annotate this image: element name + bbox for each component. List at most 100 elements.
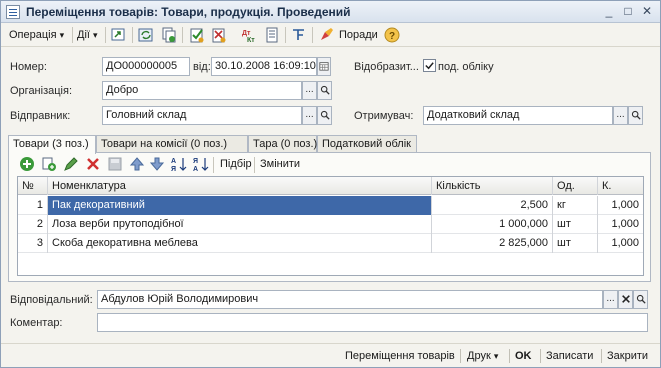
bottom-divider — [509, 349, 510, 363]
sort-descending-icon[interactable]: Я А — [193, 156, 209, 172]
structure-icon[interactable] — [291, 27, 307, 43]
change-button[interactable]: Змінити — [260, 155, 300, 173]
toolbar-divider — [213, 157, 214, 173]
close-button[interactable]: Закрити — [607, 347, 648, 365]
edit-row-icon[interactable] — [63, 156, 79, 172]
table-header: № Номенклатура Кількість Од. К. — [18, 177, 643, 195]
calendar-icon[interactable] — [317, 57, 331, 76]
sender-select-button[interactable]: ... — [302, 106, 317, 125]
toolbar-divider — [72, 27, 73, 43]
tab-goods[interactable]: Товари (3 поз.) — [8, 135, 96, 154]
responsible-clear-icon[interactable] — [618, 290, 633, 309]
row-unit[interactable]: шт — [553, 215, 598, 234]
maximize-button[interactable]: □ — [620, 4, 636, 19]
accounting-checkbox[interactable] — [423, 59, 436, 72]
row-coefficient[interactable]: 1,000 — [598, 215, 643, 234]
row-nomenclature[interactable]: Пак декоративний — [48, 196, 432, 215]
sender-search-icon[interactable] — [317, 106, 332, 125]
row-quantity[interactable]: 2 825,000 — [432, 234, 553, 253]
bottom-divider — [460, 349, 461, 363]
row-number: 3 — [18, 234, 48, 253]
row-unit[interactable]: шт — [553, 234, 598, 253]
transfer-goods-button[interactable]: Переміщення товарів — [345, 347, 455, 365]
table-row[interactable]: 1 Пак декоративний 2,500 кг 1,000 — [18, 196, 643, 215]
sender-label: Відправник: — [10, 110, 71, 122]
number-field[interactable]: ДО000000005 — [102, 57, 190, 76]
responsible-field[interactable]: Абдулов Юрій Володимирович — [97, 290, 603, 309]
delete-row-icon[interactable] — [85, 156, 101, 172]
save-button[interactable]: Записати — [546, 347, 593, 365]
table-row[interactable]: 3 Скоба декоративна меблева 2 825,000 шт… — [18, 234, 643, 253]
row-nomenclature[interactable]: Лоза верби прутоподібної — [48, 215, 432, 234]
row-nomenclature[interactable]: Скоба декоративна меблева — [48, 234, 432, 253]
help-icon[interactable]: ? — [384, 27, 400, 43]
organization-select-button[interactable]: ... — [302, 81, 317, 100]
selection-button[interactable]: Підбір — [220, 155, 252, 173]
sender-field[interactable]: Головний склад — [102, 106, 302, 125]
goods-table[interactable]: № Номенклатура Кількість Од. К. 1 Пак де… — [17, 176, 644, 276]
organization-field[interactable]: Добро — [102, 81, 302, 100]
main-toolbar: Операція ▾ Дії ▾ Дт Кт Поради ? — [1, 23, 660, 47]
column-header-coefficient[interactable]: К. — [598, 177, 643, 195]
row-coefficient[interactable]: 1,000 — [598, 234, 643, 253]
ok-button[interactable]: OK — [515, 347, 532, 365]
bottom-divider — [601, 349, 602, 363]
operation-menu-label: Операція — [9, 29, 57, 41]
receiver-search-icon[interactable] — [628, 106, 643, 125]
receiver-label: Отримувач: — [354, 110, 414, 122]
column-header-number[interactable]: № — [18, 177, 48, 195]
unpost-document-icon[interactable] — [211, 27, 227, 43]
comment-field[interactable] — [97, 313, 648, 332]
receiver-select-button[interactable]: ... — [613, 106, 628, 125]
column-header-quantity[interactable]: Кількість — [432, 177, 553, 195]
refresh-icon[interactable] — [138, 27, 154, 43]
toolbar-divider — [254, 157, 255, 173]
toolbar-divider — [105, 27, 106, 43]
tab-packaging[interactable]: Тара (0 поз.) — [248, 135, 317, 153]
svg-text:А: А — [193, 166, 198, 172]
date-field[interactable]: 30.10.2008 16:09:10 — [211, 57, 317, 76]
post-document-icon[interactable] — [189, 27, 205, 43]
date-label: від: — [193, 61, 211, 73]
debit-credit-icon[interactable]: Дт Кт — [241, 27, 257, 43]
chevron-down-icon: ▾ — [493, 351, 499, 361]
chevron-down-icon: ▾ — [59, 30, 65, 40]
column-header-unit[interactable]: Од. — [553, 177, 598, 195]
table-row[interactable]: 2 Лоза верби прутоподібної 1 000,000 шт … — [18, 215, 643, 234]
row-coefficient[interactable]: 1,000 — [598, 196, 643, 215]
copy-row-icon[interactable] — [41, 156, 57, 172]
sort-ascending-icon[interactable]: А Я — [171, 156, 187, 172]
svg-text:Я: Я — [193, 158, 198, 165]
column-header-nomenclature[interactable]: Номенклатура — [48, 177, 432, 195]
minimize-button[interactable]: _ — [601, 4, 617, 19]
pencil-hat-icon — [321, 28, 333, 40]
tab-tax-accounting[interactable]: Податковий облік — [317, 135, 417, 153]
receiver-field[interactable]: Додатковий склад — [423, 106, 613, 125]
responsible-label: Відповідальний: — [10, 294, 93, 306]
responsible-search-icon[interactable] — [633, 290, 648, 309]
responsible-select-button[interactable]: ... — [603, 290, 618, 309]
print-label: Друк — [467, 350, 491, 362]
end-edit-icon[interactable] — [107, 156, 123, 172]
move-down-icon[interactable] — [149, 156, 165, 172]
reflect-label: Відобразит... — [354, 61, 419, 73]
bottom-divider — [540, 349, 541, 363]
organization-search-icon[interactable] — [317, 81, 332, 100]
actions-menu[interactable]: Дії ▾ — [77, 26, 98, 44]
row-unit[interactable]: кг — [553, 196, 598, 215]
organization-label: Організація: — [10, 85, 72, 97]
copy-document-icon[interactable] — [161, 27, 177, 43]
add-row-icon[interactable] — [19, 156, 35, 172]
go-to-icon[interactable] — [111, 27, 127, 43]
tab-commission-goods[interactable]: Товари на комісії (0 поз.) — [96, 135, 248, 153]
print-menu-button[interactable]: Друк ▾ — [467, 347, 498, 365]
operation-menu[interactable]: Операція ▾ — [9, 26, 64, 44]
toolbar-divider — [312, 27, 313, 43]
document-icon — [6, 5, 20, 19]
move-up-icon[interactable] — [129, 156, 145, 172]
close-window-button[interactable]: ✕ — [639, 4, 655, 19]
row-quantity[interactable]: 1 000,000 — [432, 215, 553, 234]
report-icon[interactable] — [264, 27, 280, 43]
chevron-down-icon: ▾ — [93, 30, 98, 40]
row-quantity[interactable]: 2,500 — [432, 196, 553, 215]
